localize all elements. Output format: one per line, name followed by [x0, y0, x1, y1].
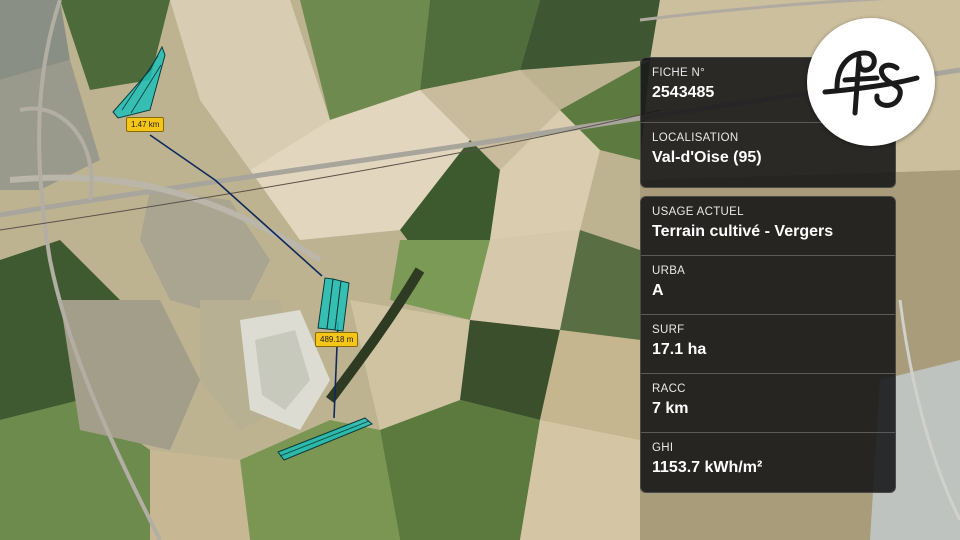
row-ghi: GHI 1153.7 kWh/m² [641, 433, 895, 492]
surf-value: 17.1 ha [652, 341, 707, 358]
usage-label: USAGE ACTUEL [652, 206, 744, 218]
row-usage: USAGE ACTUEL Terrain cultivé - Vergers [641, 197, 895, 256]
usage-value: Terrain cultivé - Vergers [652, 223, 834, 240]
ghi-value: 1153.7 kWh/m² [652, 459, 763, 476]
distance-label-south: 489.18 m [315, 332, 359, 347]
surf-label: SURF [652, 324, 685, 336]
row-racc: RACC 7 km [641, 374, 895, 433]
row-urba: URBA A [641, 256, 895, 315]
racc-value: 7 km [652, 400, 689, 417]
ghi-label: GHI [652, 442, 674, 454]
info-card-details: USAGE ACTUEL Terrain cultivé - Vergers U… [640, 196, 896, 493]
racc-label: RACC [652, 383, 686, 395]
distance-label-north: 1.47 km [126, 117, 165, 132]
localisation-value: Val-d'Oise (95) [652, 149, 762, 166]
urba-label: URBA [652, 265, 686, 277]
fs-monogram-logo [807, 18, 935, 146]
row-surf: SURF 17.1 ha [641, 315, 895, 374]
urba-value: A [652, 282, 664, 299]
fs-logo-icon [822, 50, 920, 116]
